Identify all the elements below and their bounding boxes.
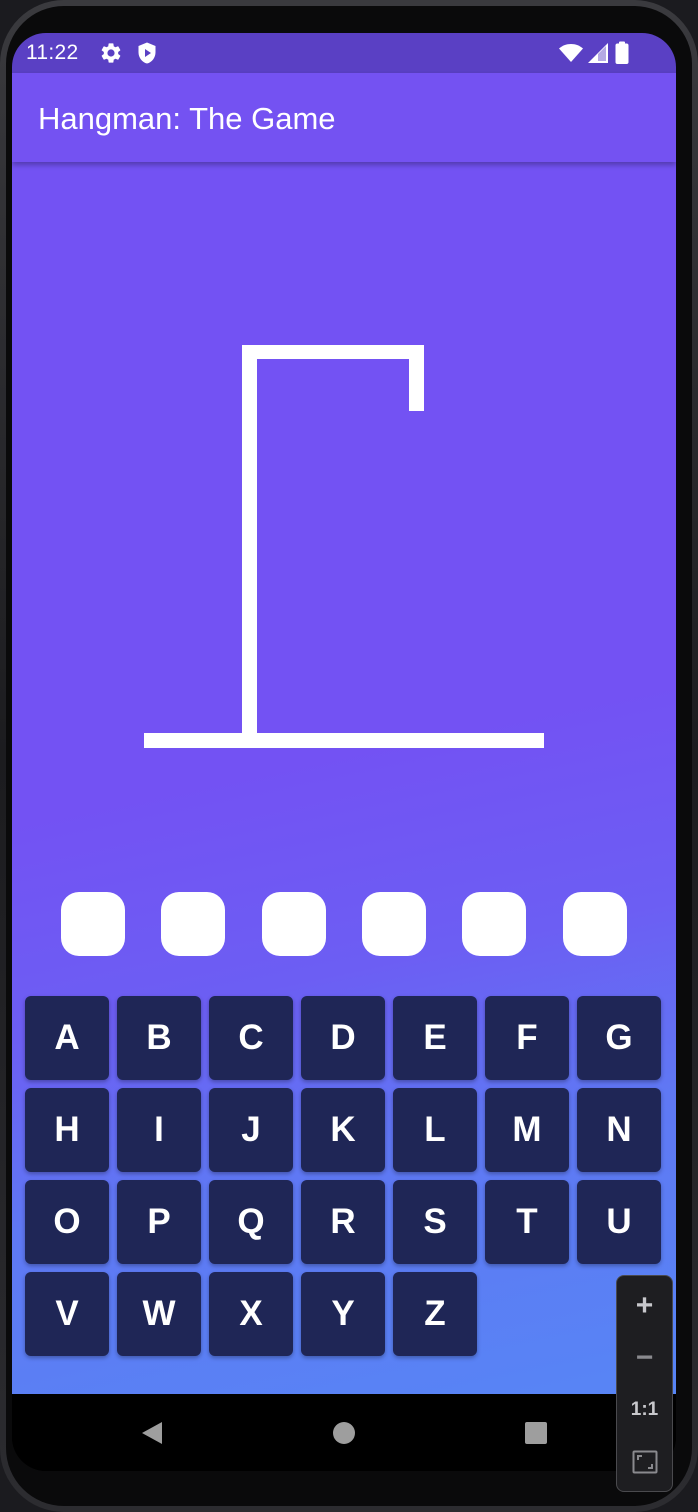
key-i[interactable]: I — [117, 1088, 201, 1172]
status-bar: 11:22 — [12, 33, 676, 73]
key-s[interactable]: S — [393, 1180, 477, 1264]
key-n[interactable]: N — [577, 1088, 661, 1172]
key-x[interactable]: X — [209, 1272, 293, 1356]
key-d[interactable]: D — [301, 996, 385, 1080]
key-h[interactable]: H — [25, 1088, 109, 1172]
game-area: A B C D E F G H I J K L M N O P Q R S T … — [12, 162, 676, 1394]
key-a[interactable]: A — [25, 996, 109, 1080]
letter-slot — [262, 892, 326, 956]
key-j[interactable]: J — [209, 1088, 293, 1172]
fit-screen-button[interactable] — [617, 1436, 672, 1488]
letter-slot — [563, 892, 627, 956]
key-r[interactable]: R — [301, 1180, 385, 1264]
shield-play-icon — [138, 42, 156, 64]
gallows-base — [144, 733, 544, 748]
letter-slot — [161, 892, 225, 956]
fit-screen-icon — [632, 1450, 657, 1474]
gear-icon — [101, 43, 121, 63]
letter-slot — [462, 892, 526, 956]
device-screen: 11:22 Hangman: The Game A B C D E F G H … — [12, 33, 676, 1471]
battery-icon — [615, 41, 629, 64]
key-v[interactable]: V — [25, 1272, 109, 1356]
key-y[interactable]: Y — [301, 1272, 385, 1356]
key-c[interactable]: C — [209, 996, 293, 1080]
key-q[interactable]: Q — [209, 1180, 293, 1264]
back-icon[interactable] — [139, 1420, 165, 1446]
signal-icon — [588, 43, 608, 63]
key-u[interactable]: U — [577, 1180, 661, 1264]
gallows-drawing — [144, 345, 544, 748]
gallows-rope — [409, 345, 424, 411]
key-p[interactable]: P — [117, 1180, 201, 1264]
zoom-in-button[interactable]: + — [617, 1280, 672, 1332]
navigation-bar — [12, 1394, 676, 1471]
key-z[interactable]: Z — [393, 1272, 477, 1356]
zoom-out-button[interactable]: − — [617, 1332, 672, 1384]
key-e[interactable]: E — [393, 996, 477, 1080]
app-bar: Hangman: The Game — [12, 73, 676, 162]
emulator-zoom-controls: + − 1:1 — [616, 1275, 673, 1492]
key-l[interactable]: L — [393, 1088, 477, 1172]
key-o[interactable]: O — [25, 1180, 109, 1264]
key-f[interactable]: F — [485, 996, 569, 1080]
wifi-icon — [559, 44, 583, 62]
key-m[interactable]: M — [485, 1088, 569, 1172]
letter-slot — [61, 892, 125, 956]
key-w[interactable]: W — [117, 1272, 201, 1356]
recents-icon[interactable] — [523, 1420, 549, 1446]
letter-slot — [362, 892, 426, 956]
key-b[interactable]: B — [117, 996, 201, 1080]
key-k[interactable]: K — [301, 1088, 385, 1172]
home-icon[interactable] — [331, 1420, 357, 1446]
key-g[interactable]: G — [577, 996, 661, 1080]
status-time: 11:22 — [26, 41, 79, 64]
actual-size-button[interactable]: 1:1 — [617, 1384, 672, 1436]
app-title: Hangman: The Game — [38, 101, 336, 136]
gallows-upright — [242, 345, 257, 741]
gallows-top-beam — [242, 345, 424, 359]
key-t[interactable]: T — [485, 1180, 569, 1264]
